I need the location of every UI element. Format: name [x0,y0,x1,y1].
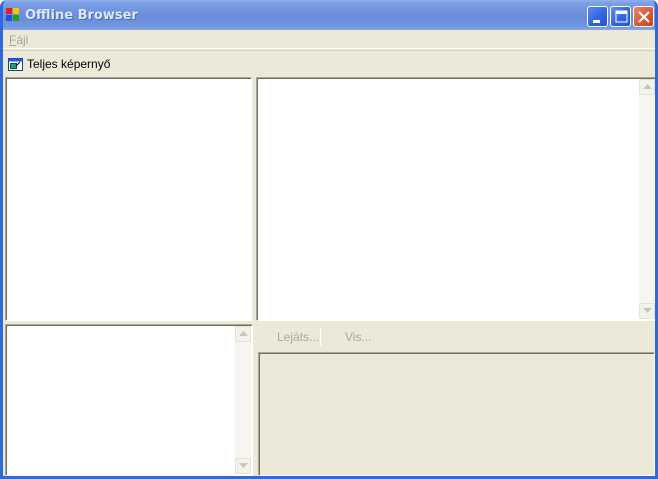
fullscreen-icon [8,57,23,71]
fullscreen-button[interactable]: Teljes képernyő [8,55,110,73]
maximize-button[interactable] [610,6,631,27]
minimize-icon [593,20,600,23]
scroll-down-button[interactable] [639,303,655,319]
chevron-up-icon [643,84,652,89]
window-title: Offline Browser [25,8,138,23]
menu-bar: Fájl [3,30,655,49]
maximize-icon [615,10,628,23]
chevron-down-icon [239,463,248,468]
list-scrollbar[interactable] [235,326,251,474]
main-toolbar: Teljes képernyő [3,50,655,76]
player-panel[interactable] [258,352,655,476]
item-list-panel[interactable] [5,324,253,476]
app-window-icon [6,8,20,22]
play-button[interactable]: Lejáts... [277,330,319,344]
list-scroll-up-button[interactable] [235,326,251,342]
fullscreen-label: Teljes képernyő [27,57,111,71]
menu-item-file[interactable]: Fájl [9,33,28,47]
content-scrollbar[interactable] [639,79,655,319]
back-button[interactable]: Vis... [345,330,371,344]
minimize-button[interactable] [587,6,608,27]
close-button[interactable] [633,6,654,27]
chevron-down-icon [643,308,652,313]
content-view-panel[interactable] [256,77,655,321]
toolbar-separator [320,328,321,346]
title-bar[interactable]: Offline Browser [3,0,655,30]
menu-item-file-label: ájl [16,33,29,47]
scroll-up-button[interactable] [639,79,655,95]
app-window: Offline Browser Fájl Teljes képernyő Lej… [0,0,658,479]
media-toolbar: Lejáts... Vis... [256,324,655,350]
folder-tree-panel[interactable] [5,77,252,321]
close-icon [638,11,650,23]
list-scroll-down-button[interactable] [235,458,251,474]
chevron-up-icon [239,331,248,336]
